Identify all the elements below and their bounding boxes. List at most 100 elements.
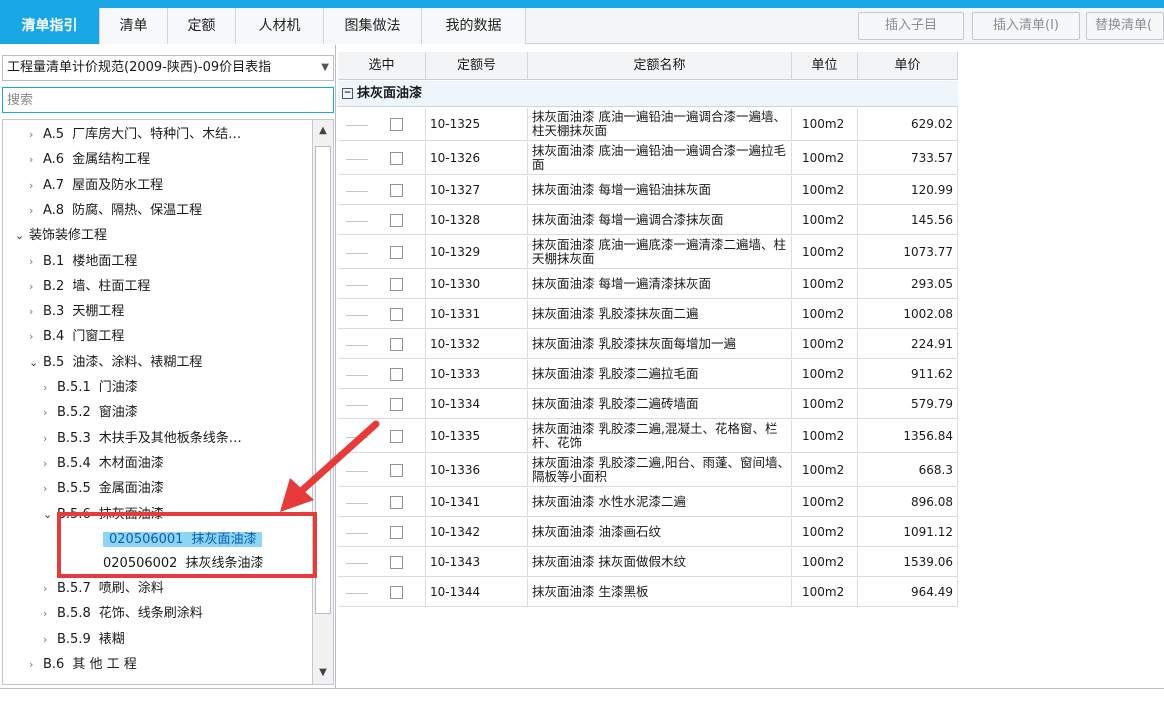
chevron-right-icon[interactable]: › xyxy=(43,478,57,500)
scroll-thumb[interactable] xyxy=(315,146,331,614)
chevron-right-icon[interactable]: › xyxy=(43,629,57,651)
spec-select-value: 工程量清单计价规范(2009-陕西)-09价目表指 xyxy=(7,60,272,75)
tree-node[interactable]: › B.5.7 喷刷、涂料 xyxy=(43,578,164,600)
tree-node[interactable]: ⌄ B.5.6 抹灰面油漆 xyxy=(43,504,164,526)
row-checkbox[interactable] xyxy=(390,246,403,259)
chevron-right-icon[interactable]: › xyxy=(43,428,57,450)
tree-node[interactable]: › B.5.2 窗油漆 xyxy=(43,402,138,424)
tab-labor-material[interactable]: 人材机 xyxy=(236,8,324,44)
row-checkbox[interactable] xyxy=(390,556,403,569)
tree-node[interactable]: › B.5.8 花饰、线条刷涂料 xyxy=(43,603,203,625)
tree-node[interactable]: › B.5.5 金属面油漆 xyxy=(43,478,164,500)
search-input[interactable] xyxy=(2,87,334,113)
table-row[interactable]: 10-1342 抹灰面油漆 油漆画石纹 100m2 1091.12 xyxy=(338,518,958,547)
insert-child-button[interactable]: 插入子目 xyxy=(858,12,964,40)
tree-node[interactable]: › B.5.4 木材面油漆 xyxy=(43,453,164,475)
chevron-right-icon[interactable]: › xyxy=(29,276,43,298)
table-row[interactable]: 10-1343 抹灰面油漆 抹灰面做假木纹 100m2 1539.06 xyxy=(338,548,958,577)
tree-node[interactable]: ⌄ 装饰装修工程 xyxy=(15,225,107,247)
row-checkbox[interactable] xyxy=(390,526,403,539)
chevron-right-icon[interactable]: › xyxy=(43,453,57,475)
tree-node[interactable]: › A.6 金属结构工程 xyxy=(29,149,150,171)
header-select[interactable]: 选中 xyxy=(338,52,426,80)
tree-node[interactable]: 020506001 抹灰面油漆 xyxy=(103,529,263,551)
tab-my-data[interactable]: 我的数据 xyxy=(422,8,526,44)
header-name[interactable]: 定额名称 xyxy=(528,52,792,80)
tree-node[interactable]: › B.5.9 裱糊 xyxy=(43,629,125,651)
insert-list-button[interactable]: 插入清单(I) xyxy=(972,12,1080,40)
row-checkbox[interactable] xyxy=(390,278,403,291)
row-checkbox[interactable] xyxy=(390,586,403,599)
header-price[interactable]: 单价 xyxy=(858,52,958,80)
chevron-right-icon[interactable]: › xyxy=(43,603,57,625)
row-checkbox[interactable] xyxy=(390,184,403,197)
chevron-down-icon[interactable]: ⌄ xyxy=(15,225,29,247)
quota-code: 10-1341 xyxy=(426,488,528,516)
spec-select[interactable]: 工程量清单计价规范(2009-陕西)-09价目表指 ▼ xyxy=(2,55,334,81)
tab-quota[interactable]: 定额 xyxy=(168,8,236,44)
row-checkbox[interactable] xyxy=(390,398,403,411)
row-checkbox[interactable] xyxy=(390,496,403,509)
header-code[interactable]: 定额号 xyxy=(426,52,528,80)
scroll-up-icon[interactable]: ▲ xyxy=(313,122,333,140)
chevron-right-icon[interactable]: › xyxy=(29,301,43,323)
header-unit[interactable]: 单位 xyxy=(792,52,858,80)
tab-atlas-method[interactable]: 图集做法 xyxy=(324,8,422,44)
tree-node[interactable]: › B.6 其 他 工 程 xyxy=(29,654,137,676)
chevron-right-icon[interactable]: › xyxy=(29,200,43,222)
table-row[interactable]: 10-1336 抹灰面油漆 乳胶漆二遍,阳台、雨蓬、窗间墙、隔板等小面积 100m2… xyxy=(338,454,958,487)
scroll-down-icon[interactable]: ▼ xyxy=(313,664,333,682)
chevron-right-icon[interactable]: › xyxy=(43,402,57,424)
row-checkbox[interactable] xyxy=(390,338,403,351)
tab-list-guide[interactable]: 清单指引 xyxy=(0,8,100,44)
tree-line xyxy=(346,315,368,316)
tree-node[interactable]: › B.5.1 门油漆 xyxy=(43,377,138,399)
tree-node[interactable]: › A.5 厂库房大门、特种门、木结… xyxy=(29,124,241,146)
chevron-right-icon[interactable]: › xyxy=(29,175,43,197)
row-checkbox[interactable] xyxy=(390,214,403,227)
table-row[interactable]: 10-1325 抹灰面油漆 底油一遍铅油一遍调合漆一遍墙、柱天棚抹灰面 100m2 6… xyxy=(338,108,958,141)
chevron-right-icon[interactable]: › xyxy=(29,654,43,676)
tree-node[interactable]: ⌄ B.5 油漆、涂料、裱糊工程 xyxy=(29,352,202,374)
chevron-right-icon[interactable]: › xyxy=(29,149,43,171)
table-row[interactable]: 10-1331 抹灰面油漆 乳胶漆抹灰面二遍 100m2 1002.08 xyxy=(338,300,958,329)
select-cell xyxy=(338,330,426,358)
row-checkbox[interactable] xyxy=(390,368,403,381)
chevron-right-icon[interactable]: › xyxy=(43,578,57,600)
chevron-down-icon[interactable]: ⌄ xyxy=(29,352,43,374)
tree-node[interactable]: › B.1 楼地面工程 xyxy=(29,251,137,273)
table-row[interactable]: 10-1335 抹灰面油漆 乳胶漆二遍,混凝土、花格窗、栏杆、花饰 100m2 135… xyxy=(338,420,958,453)
tree-node[interactable]: › B.5.3 木扶手及其他板条线条… xyxy=(43,428,242,450)
chevron-right-icon[interactable]: › xyxy=(43,377,57,399)
tree-node[interactable]: › A.7 屋面及防水工程 xyxy=(29,175,163,197)
chevron-right-icon[interactable]: › xyxy=(29,124,43,146)
tree-node[interactable]: 020506002 抹灰线条油漆 xyxy=(103,553,263,575)
table-row[interactable]: 10-1326 抹灰面油漆 底油一遍铅油一遍调合漆一遍拉毛面 100m2 733.57 xyxy=(338,142,958,175)
table-row[interactable]: 10-1332 抹灰面油漆 乳胶漆抹灰面每增加一遍 100m2 224.91 xyxy=(338,330,958,359)
table-row[interactable]: 10-1327 抹灰面油漆 每增一遍铅油抹灰面 100m2 120.99 xyxy=(338,176,958,205)
table-row[interactable]: 10-1329 抹灰面油漆 底油一遍底漆一遍清漆二遍墙、柱天棚抹灰面 100m2 10… xyxy=(338,236,958,269)
table-row[interactable]: 10-1330 抹灰面油漆 每增一遍清漆抹灰面 100m2 293.05 xyxy=(338,270,958,299)
row-checkbox[interactable] xyxy=(390,118,403,131)
chevron-right-icon[interactable]: › xyxy=(29,251,43,273)
table-row[interactable]: 10-1333 抹灰面油漆 乳胶漆二遍拉毛面 100m2 911.62 xyxy=(338,360,958,389)
chevron-right-icon[interactable]: › xyxy=(29,326,43,348)
group-row[interactable]: − 抹灰面油漆 xyxy=(338,81,958,107)
row-checkbox[interactable] xyxy=(390,464,403,477)
table-row[interactable]: 10-1341 抹灰面油漆 水性水泥漆二遍 100m2 896.08 xyxy=(338,488,958,517)
tree-scrollbar[interactable]: ▲ ▼ xyxy=(312,119,334,685)
table-row[interactable]: 10-1334 抹灰面油漆 乳胶漆二遍砖墙面 100m2 579.79 xyxy=(338,390,958,419)
row-checkbox[interactable] xyxy=(390,308,403,321)
row-checkbox[interactable] xyxy=(390,430,403,443)
row-checkbox[interactable] xyxy=(390,152,403,165)
tree-node[interactable]: › B.2 墙、柱面工程 xyxy=(29,276,150,298)
tree-node[interactable]: › A.8 防腐、隔热、保温工程 xyxy=(29,200,202,222)
chevron-down-icon[interactable]: ⌄ xyxy=(43,504,57,526)
tree-node[interactable]: › B.4 门窗工程 xyxy=(29,326,124,348)
collapse-icon[interactable]: − xyxy=(342,88,353,99)
replace-list-button[interactable]: 替换清单( xyxy=(1086,12,1164,40)
table-row[interactable]: 10-1328 抹灰面油漆 每增一遍调合漆抹灰面 100m2 145.56 xyxy=(338,206,958,235)
table-row[interactable]: 10-1344 抹灰面油漆 生漆黑板 100m2 964.49 xyxy=(338,578,958,607)
tree-node[interactable]: › B.3 天棚工程 xyxy=(29,301,124,323)
tab-list[interactable]: 清单 xyxy=(100,8,168,44)
